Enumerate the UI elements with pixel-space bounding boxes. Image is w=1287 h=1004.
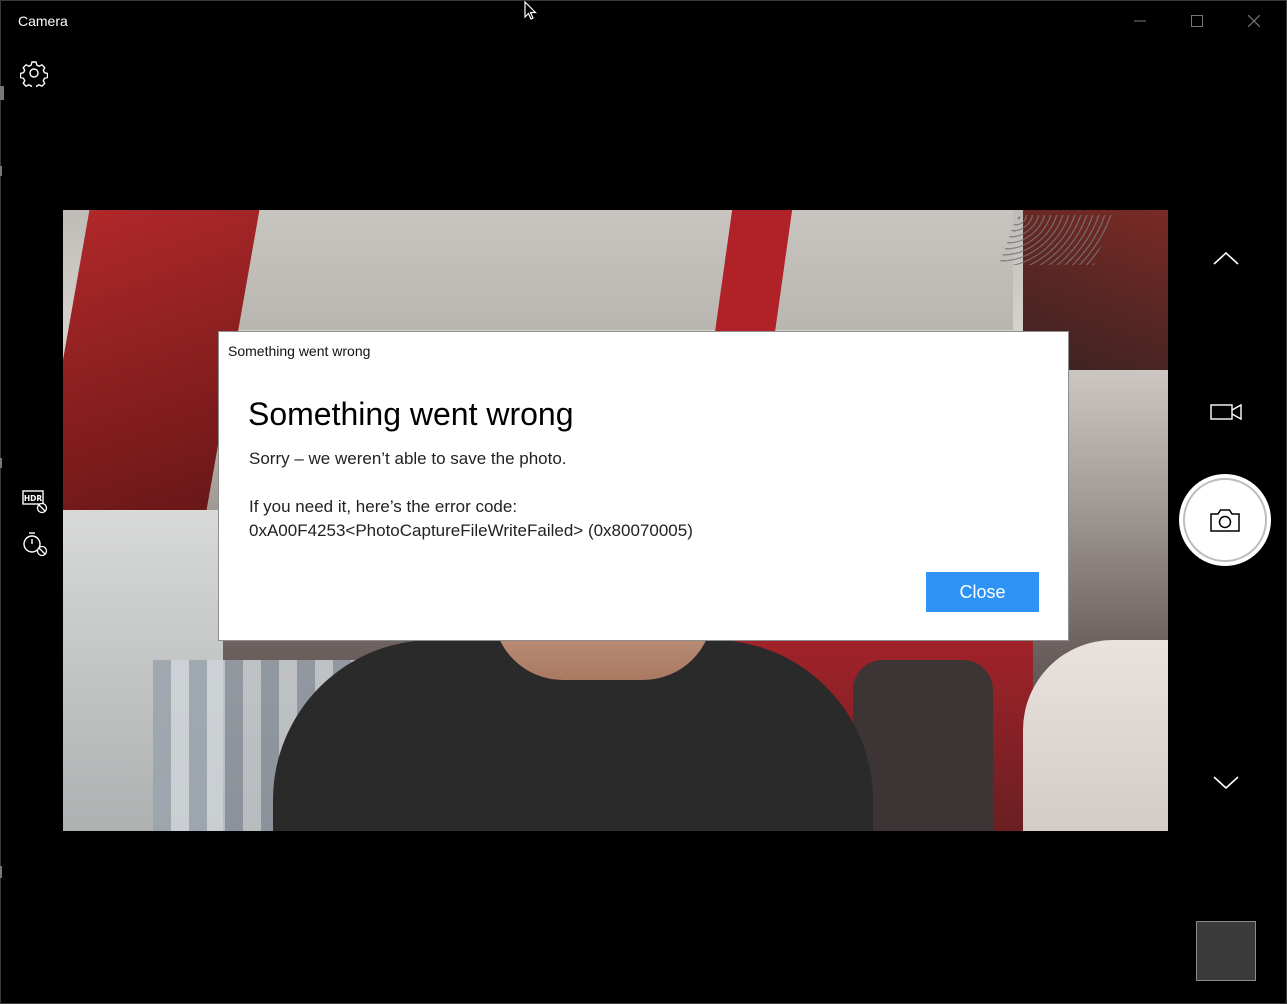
title-bar: Camera [0,0,1287,42]
minimize-icon [1133,20,1146,22]
timer-off-icon [23,532,48,557]
scroll-up-button[interactable] [1198,238,1254,278]
hdr-off-icon: HDR [22,490,48,514]
scroll-down-button[interactable] [1198,763,1254,803]
error-code: 0xA00F4253<PhotoCaptureFileWriteFailed> … [249,521,693,540]
last-photo-thumbnail[interactable] [1196,921,1256,981]
maximize-button[interactable] [1168,0,1225,42]
dialog-message: Sorry – we weren’t able to save the phot… [249,449,567,468]
take-photo-button[interactable] [1179,474,1271,566]
dialog-heading: Something went wrong [248,396,574,432]
close-dialog-button[interactable]: Close [926,572,1039,612]
dialog-caption: Something went wrong [228,343,371,359]
settings-button[interactable] [19,59,49,90]
camera-icon [1210,509,1240,532]
maximize-icon [1190,15,1203,27]
gear-icon [19,61,49,90]
close-window-button[interactable] [1225,0,1282,42]
hdr-toggle-button[interactable]: HDR [21,487,49,515]
video-mode-button[interactable] [1198,392,1254,432]
mouse-cursor-icon [524,1,537,20]
error-dialog: Something went wrong Something went wron… [218,331,1069,641]
edge-mark [0,866,2,878]
preview-ceiling [213,210,1013,330]
close-icon [1247,15,1260,27]
timer-toggle-button[interactable] [21,530,49,558]
minimize-button[interactable] [1111,0,1168,42]
edge-mark [0,166,2,176]
preview-seat-back [853,660,993,831]
error-code-label: If you need it, here’s the error code: [249,497,518,516]
svg-text:HDR: HDR [24,494,43,503]
edge-mark [0,86,4,100]
video-camera-icon [1210,403,1242,421]
preview-arm [1023,640,1168,831]
app-title: Camera [18,13,68,29]
shutter-ring [1183,478,1267,562]
chevron-up-icon [1213,251,1239,265]
chevron-down-icon [1213,776,1239,790]
edge-mark [0,458,2,468]
preview-speaker-grill [998,215,1113,265]
